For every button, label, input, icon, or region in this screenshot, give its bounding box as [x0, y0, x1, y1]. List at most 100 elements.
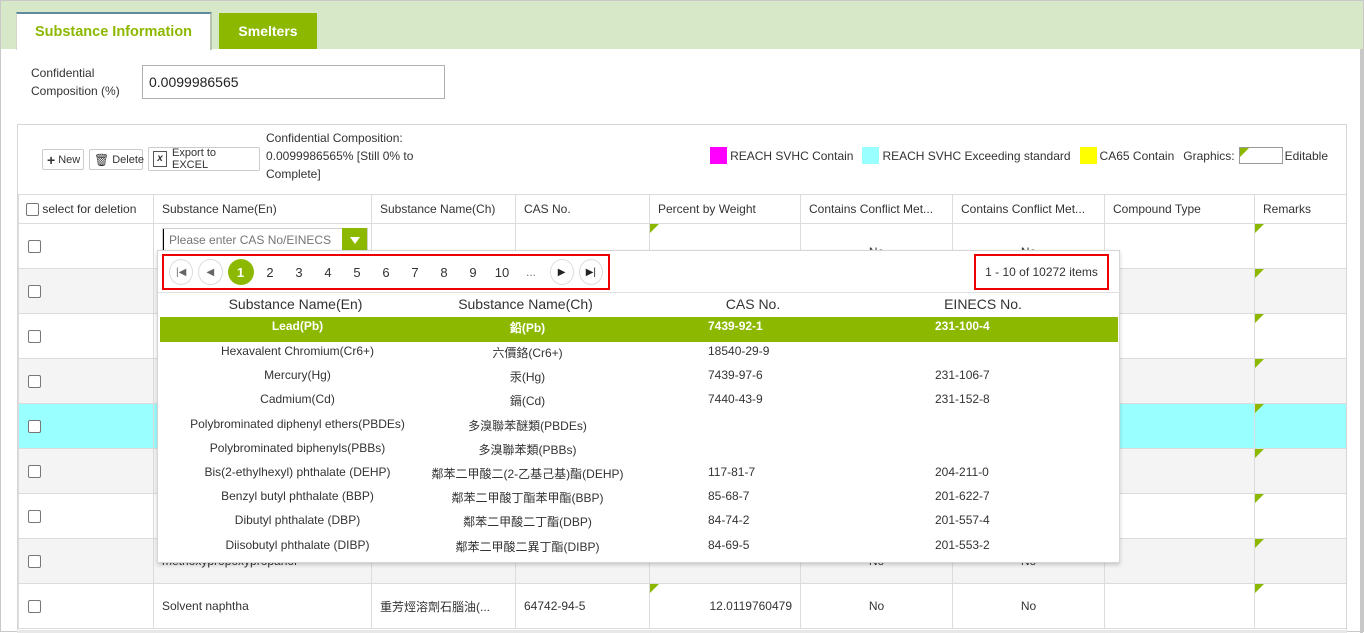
dropdown-option[interactable]: Bis(2-ethylhexyl) phthalate (DEHP) 鄰苯二甲酸二… — [160, 463, 1118, 487]
dropdown-option[interactable]: Dibutyl phthalate (DBP) 鄰苯二甲酸二丁酯(DBP) 84-7… — [160, 511, 1118, 535]
column-header[interactable]: Substance Name(Ch) — [371, 194, 516, 224]
dropdown-option[interactable]: Lead(Pb) 鉛(Pb) 7439-92-1 231-100-4 — [160, 317, 1118, 342]
row-checkbox[interactable] — [28, 330, 41, 344]
substance-search-input[interactable] — [163, 229, 339, 251]
page-number-button[interactable]: 9 — [460, 259, 487, 285]
delete-button[interactable]: 🗑 Delete — [89, 149, 144, 170]
column-header[interactable]: Contains Conflict Met... — [952, 194, 1105, 224]
cell-remarks[interactable] — [1254, 493, 1346, 539]
cell-cm2[interactable]: No — [952, 583, 1105, 629]
select-all-header[interactable]: select for deletion — [18, 194, 154, 224]
row-select-cell[interactable] — [18, 583, 154, 629]
page-number-button[interactable]: 7 — [402, 259, 429, 285]
cell-remarks[interactable] — [1254, 268, 1346, 314]
tab-smelters[interactable]: Smelters — [219, 13, 317, 49]
confidential-composition-input[interactable] — [142, 65, 445, 99]
page-ellipsis-button[interactable]: ... — [518, 259, 545, 285]
dropdown-option[interactable]: Polybrominated diphenyl ethers(PBDEs) 多溴聯… — [160, 415, 1118, 439]
option-einecs: 231-100-4 — [935, 319, 990, 333]
cell-remarks[interactable] — [1254, 583, 1346, 629]
column-header[interactable]: Compound Type — [1104, 194, 1255, 224]
last-page-icon: ▶| — [585, 266, 597, 278]
row-select-cell[interactable] — [18, 358, 154, 404]
row-checkbox[interactable] — [28, 420, 41, 434]
page-number-button[interactable]: 2 — [257, 259, 284, 285]
cell-type[interactable] — [1104, 223, 1255, 269]
page-number-button[interactable]: 8 — [431, 259, 458, 285]
first-page-button[interactable]: |◀ — [169, 259, 194, 285]
cell-remarks[interactable] — [1254, 403, 1346, 449]
cell-type[interactable] — [1104, 538, 1255, 584]
row-select-cell[interactable] — [18, 538, 154, 584]
export-excel-button[interactable]: x Export to EXCEL — [148, 147, 260, 171]
row-checkbox[interactable] — [28, 240, 41, 254]
tab-bar: Substance Information Smelters — [1, 1, 1363, 50]
select-all-checkbox[interactable] — [26, 203, 39, 217]
vertical-scrollbar[interactable] — [1360, 49, 1363, 633]
row-checkbox[interactable] — [28, 465, 41, 479]
cell-type[interactable] — [1104, 583, 1255, 629]
cell-remarks[interactable] — [1254, 448, 1346, 494]
cell-cm1[interactable]: No — [800, 583, 953, 629]
cell-en[interactable]: Solvent naphtha — [153, 583, 372, 629]
option-en: Cadmium(Cd) — [260, 392, 335, 407]
dropdown-option[interactable]: Mercury(Hg) 汞(Hg) 7439-97-6 231-106-7 — [160, 366, 1118, 390]
row-checkbox[interactable] — [28, 375, 41, 389]
column-header[interactable]: Contains Conflict Met... — [800, 194, 953, 224]
row-checkbox[interactable] — [28, 555, 41, 569]
page-number-button[interactable]: 4 — [315, 259, 342, 285]
editable-label: Editable — [1284, 148, 1328, 163]
column-header[interactable]: Remarks — [1254, 194, 1346, 224]
prev-page-button[interactable]: ◀ — [198, 259, 223, 285]
row-checkbox[interactable] — [28, 510, 41, 524]
cell-cas[interactable]: 64742-94-5 — [515, 583, 650, 629]
cell-ch[interactable]: 重芳烴溶劑石腦油(... — [371, 583, 516, 629]
table-header-row: select for deletion Substance Name(En) S… — [18, 194, 1346, 224]
cell-remarks[interactable] — [1254, 538, 1346, 584]
cell-type[interactable] — [1104, 448, 1255, 494]
row-select-cell[interactable] — [18, 448, 154, 494]
substance-combobox[interactable] — [162, 228, 368, 253]
option-cas: 85-68-7 — [708, 489, 750, 504]
cell-pct[interactable]: 12.0119760479 — [649, 583, 801, 629]
column-header[interactable]: Substance Name(En) — [153, 194, 372, 224]
cell-remarks[interactable] — [1254, 313, 1346, 359]
dropdown-option[interactable]: Benzyl butyl phthalate (BBP) 鄰苯二甲酸丁酯苯甲酯(B… — [160, 487, 1118, 511]
option-ch: 汞(Hg) — [509, 370, 546, 385]
cell-type[interactable] — [1104, 493, 1255, 539]
page-number-button[interactable]: 6 — [373, 259, 400, 285]
next-page-button[interactable]: ▶ — [549, 259, 574, 285]
column-header[interactable]: Percent by Weight — [649, 194, 801, 224]
table-row[interactable]: Solvent naphtha 重芳烴溶劑石腦油(... 64742-94-5 12.… — [18, 583, 1346, 629]
row-select-cell[interactable] — [18, 403, 154, 449]
new-button[interactable]: + New — [42, 149, 84, 170]
option-ch: 多溴聯苯類(PBBs) — [478, 442, 577, 457]
page-number-button[interactable]: 5 — [344, 259, 371, 285]
dropdown-option[interactable]: Polybrominated biphenyls(PBBs) 多溴聯苯類(PBBs… — [160, 439, 1118, 463]
cell-type[interactable] — [1104, 358, 1255, 404]
row-select-cell[interactable] — [18, 313, 154, 359]
cell-remarks[interactable] — [1254, 223, 1346, 269]
dropdown-option[interactable]: Cadmium(Cd) 鎘(Cd) 7440-43-9 231-152-8 — [160, 390, 1118, 414]
cell-type[interactable] — [1104, 313, 1255, 359]
page-number-button[interactable]: 10 — [489, 259, 516, 285]
page-number-button[interactable]: 3 — [286, 259, 313, 285]
page-number-button[interactable]: 1 — [227, 259, 254, 285]
cell-type[interactable] — [1104, 403, 1255, 449]
option-en: Diisobutyl phthalate (DIBP) — [225, 537, 370, 552]
pager-controls: |◀ ◀ 1 2 3 4 5 6 7 8 9 10... ▶ ▶| — [162, 254, 610, 290]
row-select-cell[interactable] — [18, 223, 154, 269]
row-checkbox[interactable] — [28, 285, 41, 299]
next-page-icon: ▶ — [557, 266, 566, 278]
dropdown-option[interactable]: Diisobutyl phthalate (DIBP) 鄰苯二甲酸二異丁酯(DIB… — [160, 536, 1118, 560]
last-page-button[interactable]: ▶| — [578, 259, 603, 285]
tab-substance-information[interactable]: Substance Information — [16, 12, 212, 50]
column-header[interactable]: CAS No. — [515, 194, 650, 224]
cell-remarks[interactable] — [1254, 358, 1346, 404]
row-checkbox[interactable] — [28, 600, 41, 614]
row-select-cell[interactable] — [18, 268, 154, 314]
row-select-cell[interactable] — [18, 493, 154, 539]
cell-type[interactable] — [1104, 268, 1255, 314]
editable-corner-icon — [1255, 359, 1264, 368]
dropdown-option[interactable]: Hexavalent Chromium(Cr6+) 六價鉻(Cr6+) 18540-… — [160, 342, 1118, 366]
